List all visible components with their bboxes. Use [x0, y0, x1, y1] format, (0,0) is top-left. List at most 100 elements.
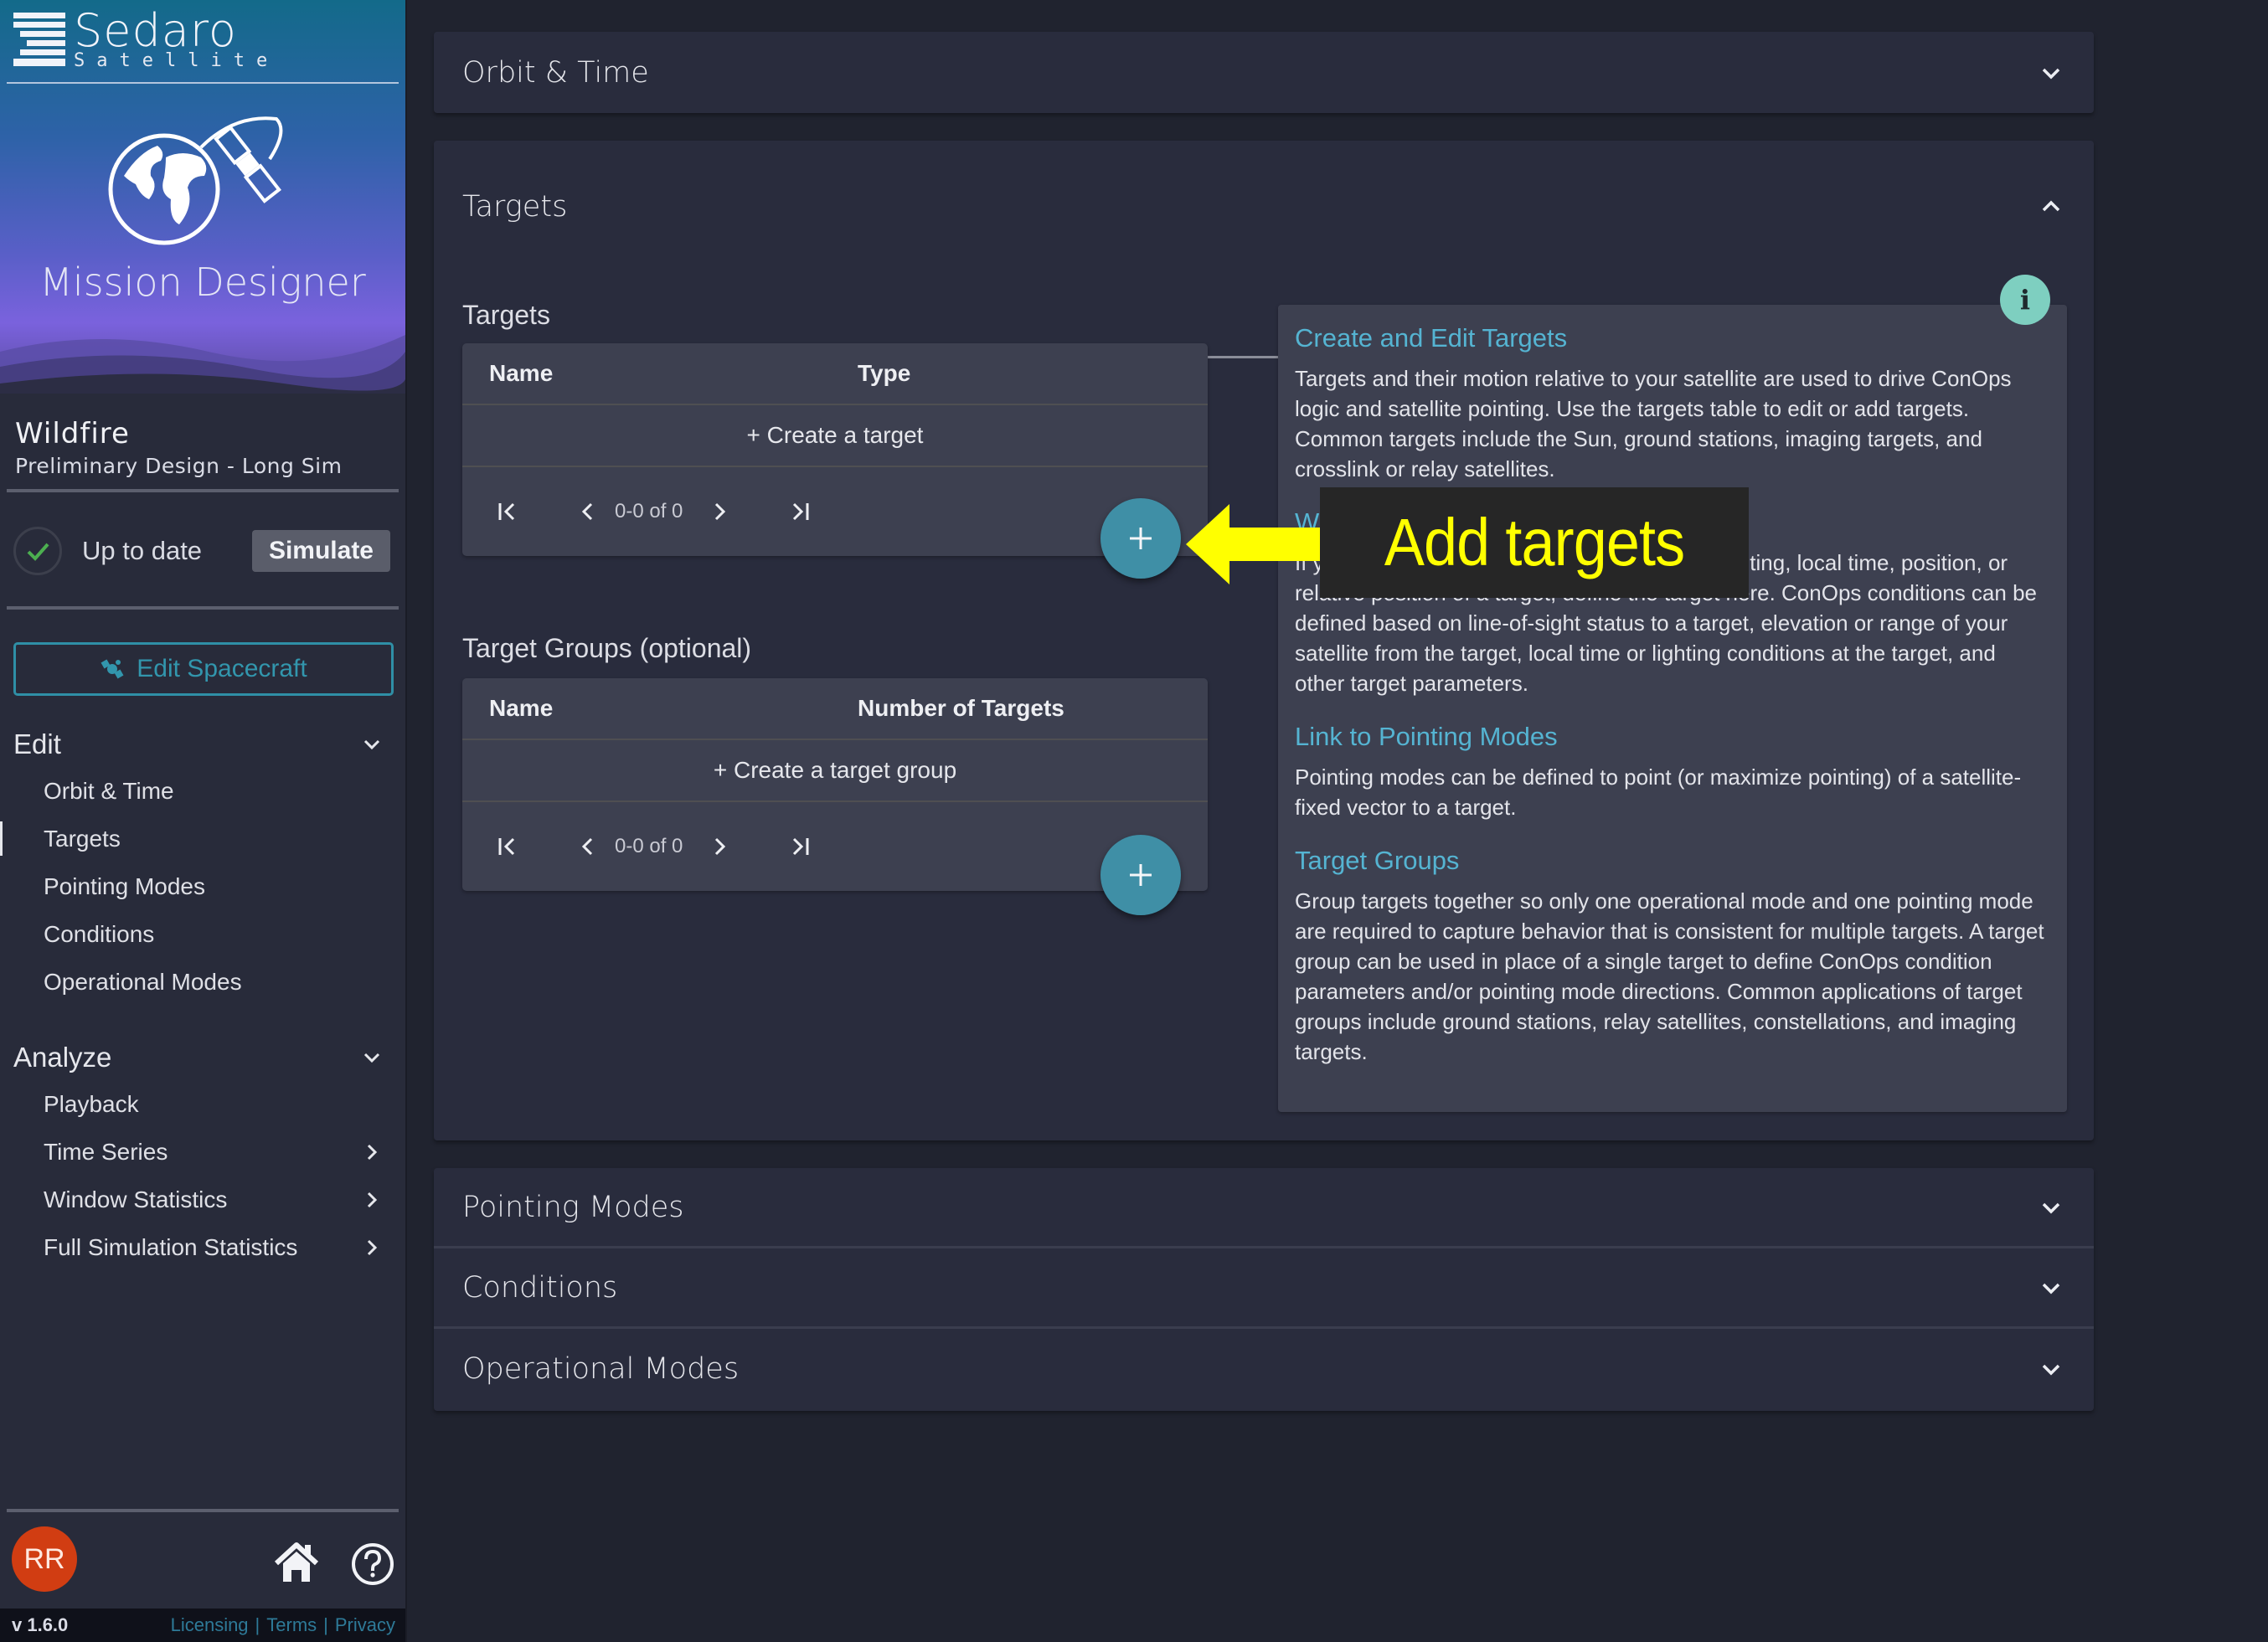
sidebar-item-operational-modes[interactable]: Operational Modes: [0, 958, 405, 1006]
link-separator: |: [323, 1614, 328, 1635]
last-page-icon: [793, 837, 809, 856]
targets-table-label: Targets: [462, 300, 550, 330]
prev-page-button[interactable]: [571, 495, 605, 528]
sedaro-logo[interactable]: Sedaro Satellite: [12, 8, 279, 70]
sidebar-item-full-simulation-statistics[interactable]: Full Simulation Statistics: [0, 1223, 405, 1271]
accordion-operational-modes[interactable]: Operational Modes: [434, 1329, 2094, 1408]
accordion-header[interactable]: Targets: [434, 141, 2094, 248]
sim-status-row: Up to date Simulate: [13, 524, 390, 578]
logo-subtitle: Satellite: [74, 50, 280, 71]
column-header-type[interactable]: Type: [858, 360, 910, 387]
nav-item-label: Pointing Modes: [44, 872, 206, 899]
sidebar-item-orbit-time[interactable]: Orbit & Time: [0, 767, 405, 815]
chevron-left-icon: [581, 502, 593, 521]
sidebar-divider: [7, 1509, 399, 1512]
create-target-group-row[interactable]: + Create a target group: [462, 740, 1208, 802]
next-page-button[interactable]: [703, 830, 736, 863]
accordion-pointing-modes[interactable]: Pointing Modes: [434, 1168, 2094, 1248]
create-target-row[interactable]: + Create a target: [462, 405, 1208, 467]
nav-group-edit: Edit Orbit & Time Targets Pointing Modes…: [0, 722, 405, 1006]
first-page-icon: [498, 502, 515, 521]
create-target-link[interactable]: + Create a target: [747, 422, 924, 449]
chevron-left-icon: [581, 837, 593, 856]
link-separator: |: [255, 1614, 260, 1635]
sidebar-item-playback[interactable]: Playback: [0, 1080, 405, 1128]
accordion-title: Orbit & Time: [462, 55, 649, 90]
accordion-title: Targets: [462, 190, 568, 224]
accordion-group: Pointing Modes Conditions Operational Mo…: [434, 1168, 2094, 1411]
column-header-number-of-targets[interactable]: Number of Targets: [858, 695, 1064, 722]
app-title: Mission Designer: [39, 260, 366, 305]
chevron-right-icon: [715, 502, 726, 521]
app-version: v 1.6.0: [12, 1614, 69, 1635]
nav-item-label: Full Simulation Statistics: [44, 1233, 298, 1260]
accordion-targets: Targets Targets Name Type + Create a tar…: [434, 141, 2094, 1140]
brand-divider: [7, 82, 399, 84]
last-page-button[interactable]: [783, 830, 817, 863]
accordion-title: Pointing Modes: [462, 1190, 684, 1224]
legal-links: Licensing | Terms | Privacy: [171, 1614, 395, 1636]
nav-group-analyze: Analyze Playback Time Series Window Stat…: [0, 1035, 405, 1271]
brand-waves-decoration: [0, 335, 405, 394]
last-page-icon: [793, 502, 809, 521]
help-panel: Create and Edit Targets Targets and thei…: [1278, 305, 2067, 1112]
help-body: Group targets together so only one opera…: [1295, 888, 2044, 1064]
last-page-button[interactable]: [783, 495, 817, 528]
sidebar-item-conditions[interactable]: Conditions: [0, 910, 405, 958]
prev-page-button[interactable]: [571, 830, 605, 863]
help-block: Link to Pointing Modes Pointing modes ca…: [1295, 722, 2050, 822]
column-header-name[interactable]: Name: [489, 360, 858, 387]
sidebar-item-targets[interactable]: Targets: [0, 815, 405, 862]
logo-wordmark: Sedaro: [74, 4, 237, 57]
info-icon[interactable]: i: [2000, 275, 2050, 325]
help-heading: Target Groups: [1295, 846, 1460, 875]
nav-item-label: Targets: [44, 825, 121, 852]
licensing-link[interactable]: Licensing: [171, 1614, 249, 1636]
nav-header-analyze[interactable]: Analyze: [0, 1035, 405, 1080]
nav-item-label: Operational Modes: [44, 968, 242, 995]
edit-spacecraft-label: Edit Spacecraft: [137, 655, 307, 682]
table-pagination: 0-0 of 0: [462, 467, 1208, 556]
accordion-header[interactable]: Orbit & Time: [434, 32, 2094, 113]
simulate-button[interactable]: Simulate: [251, 530, 390, 572]
plus-icon: [1130, 864, 1152, 886]
user-avatar[interactable]: RR: [12, 1526, 77, 1592]
project-info: Wildfire Preliminary Design - Long Sim: [15, 417, 342, 478]
arrow-left-icon: [1186, 504, 1337, 584]
status-text: Up to date: [82, 536, 203, 565]
sidebar-divider: [7, 489, 399, 492]
nav-item-label: Window Statistics: [44, 1186, 228, 1212]
privacy-link[interactable]: Privacy: [335, 1614, 395, 1636]
create-target-group-link[interactable]: + Create a target group: [714, 757, 956, 784]
target-groups-table: Name Number of Targets + Create a target…: [462, 678, 1208, 891]
terms-link[interactable]: Terms: [266, 1614, 317, 1636]
add-target-button[interactable]: [1100, 498, 1181, 579]
sidebar-item-time-series[interactable]: Time Series: [0, 1128, 405, 1176]
logo-stripes-icon: [13, 13, 65, 66]
help-heading: Link to Pointing Modes: [1295, 722, 1558, 751]
annotation-text: Add targets: [1384, 505, 1685, 579]
next-page-button[interactable]: [703, 495, 736, 528]
sidebar-item-pointing-modes[interactable]: Pointing Modes: [0, 862, 405, 910]
chevron-right-icon: [367, 1144, 378, 1160]
help-block: Create and Edit Targets Targets and thei…: [1295, 323, 2050, 484]
help-heading: Create and Edit Targets: [1295, 323, 1568, 353]
column-header-name[interactable]: Name: [489, 695, 858, 722]
nav-item-label: Playback: [44, 1090, 139, 1117]
chevron-down-icon: [363, 1053, 380, 1063]
nav-header-edit[interactable]: Edit: [0, 722, 405, 767]
edit-spacecraft-button[interactable]: Edit Spacecraft: [13, 642, 394, 696]
home-icon[interactable]: [273, 1542, 320, 1583]
brand-banner: Sedaro Satellite Mission Designer: [0, 0, 405, 394]
help-icon[interactable]: [350, 1542, 395, 1587]
accordion-conditions[interactable]: Conditions: [434, 1248, 2094, 1329]
annotation-callout: Add targets: [1320, 487, 1749, 598]
plus-icon: [1130, 528, 1152, 549]
accordion-title: Conditions: [462, 1270, 618, 1305]
first-page-button[interactable]: [491, 830, 524, 863]
sidebar-item-window-statistics[interactable]: Window Statistics: [0, 1176, 405, 1223]
first-page-button[interactable]: [491, 495, 524, 528]
add-target-group-button[interactable]: [1100, 835, 1181, 915]
accordion-title: Operational Modes: [462, 1351, 740, 1386]
nav-item-label: Orbit & Time: [44, 777, 174, 804]
